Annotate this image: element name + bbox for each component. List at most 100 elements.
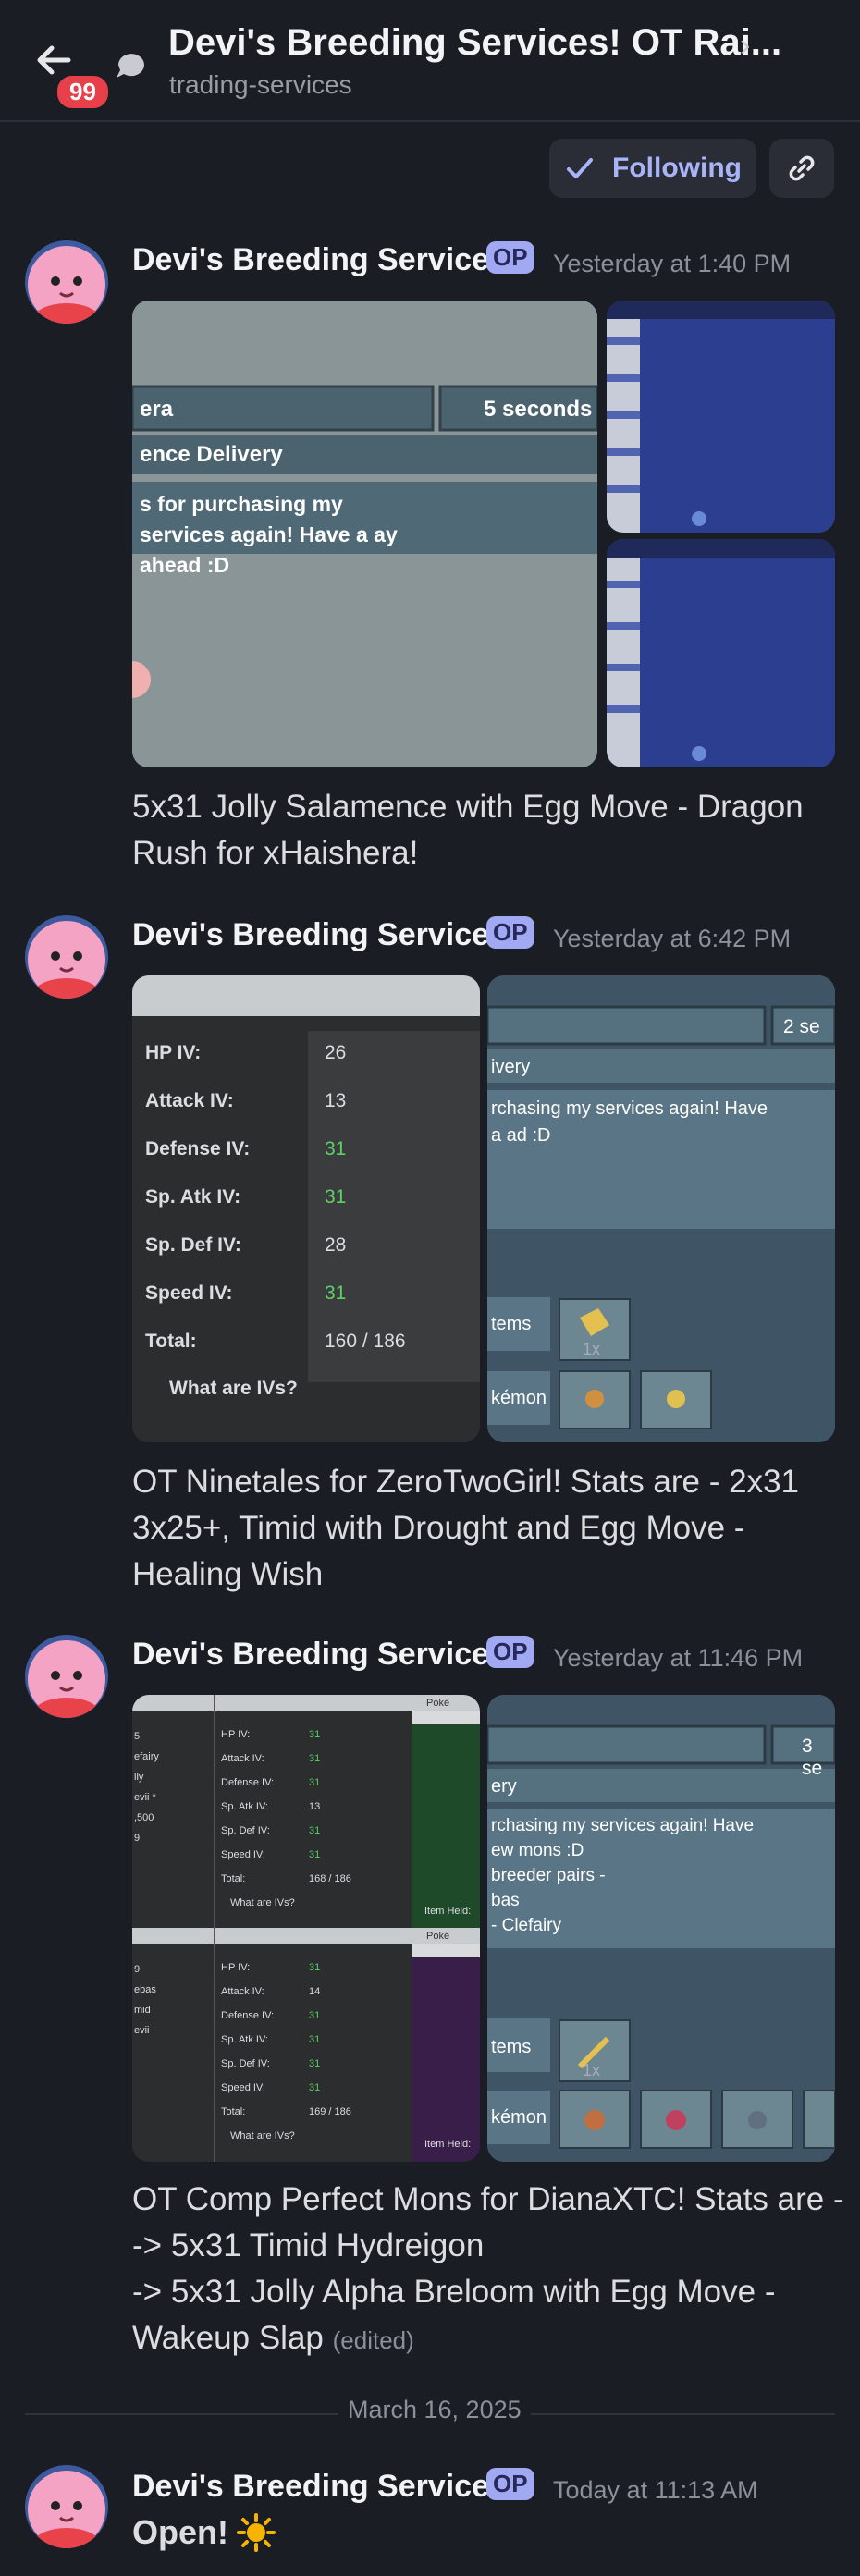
field-label: 5 seconds a xyxy=(484,397,597,422)
iv-label: Total: xyxy=(221,2106,246,2117)
iv-value: 169 / 186 xyxy=(309,2106,351,2117)
author-name[interactable]: Devi's Breeding Services xyxy=(132,2469,507,2505)
attachment-image[interactable]: 5 efairy lly evii * ,500 9 HP IV: 31 Atta… xyxy=(132,1695,480,2162)
following-button[interactable]: Following xyxy=(549,139,756,198)
avatar[interactable] xyxy=(25,2465,108,2548)
check-icon xyxy=(567,158,593,178)
iv-value: 168 / 186 xyxy=(309,1873,351,1884)
what-are-ivs-link: What are IVs? xyxy=(169,1378,298,1399)
pokemon-name: Shroomi xyxy=(421,1715,459,1726)
pokemon-info: 9 ebas mid evii xyxy=(134,1959,208,2041)
iv-value: 31 xyxy=(309,1753,321,1764)
text-line: -> 5x31 Timid Hydreigon xyxy=(132,2227,485,2263)
author-name[interactable]: Devi's Breeding Services xyxy=(132,917,507,953)
timestamp: Today at 11:13 AM xyxy=(553,2476,758,2504)
iv-label: Sp. Atk IV: xyxy=(145,1186,241,1208)
info-value: 5 xyxy=(134,1731,141,1742)
iv-value: 31 xyxy=(325,1138,347,1159)
unread-badge: 99 xyxy=(54,72,112,112)
section-label: ery xyxy=(491,1776,517,1797)
iv-label: Total: xyxy=(145,1331,197,1352)
iv-value: 31 xyxy=(309,1849,321,1860)
note-line: ew mons :D xyxy=(491,1841,584,1860)
iv-label: HP IV: xyxy=(221,1729,251,1740)
attachment-image[interactable]: HP IV: 26 Attack IV: 13 Defense IV: 31 S… xyxy=(132,975,480,1442)
iv-list: HP IV: 26 Attack IV: 13 Defense IV: 31 S… xyxy=(145,1035,469,1371)
delivery-note: rchasing my services again! Have a ad :D xyxy=(491,1098,768,1146)
what-are-ivs-link: What are IVs? xyxy=(230,1897,295,1908)
avatar[interactable] xyxy=(25,240,108,324)
field-label: 3 se xyxy=(802,1736,823,1779)
attachment-image[interactable] xyxy=(607,539,835,767)
timestamp: Yesterday at 1:40 PM xyxy=(553,250,792,277)
channel-name: trading-services xyxy=(169,70,352,99)
item-quantity: 1x xyxy=(583,2061,601,2079)
iv-label: Defense IV: xyxy=(221,2010,275,2021)
iv-label: Sp. Atk IV: xyxy=(221,2034,268,2045)
op-badge: OP xyxy=(486,1636,534,1668)
item-quantity: 1x xyxy=(583,1340,601,1358)
section-label: ivery xyxy=(491,1057,531,1077)
iv-value: 26 xyxy=(325,1042,347,1063)
info-value: 9 xyxy=(134,1833,141,1844)
avatar[interactable] xyxy=(25,915,108,999)
iv-value: 31 xyxy=(309,1729,321,1740)
avatar-image xyxy=(25,915,108,999)
note-line: - Clefairy xyxy=(491,1916,562,1935)
chevron-right-icon[interactable]: › xyxy=(740,28,750,64)
iv-row: Total: 160 / 186 xyxy=(145,1323,469,1371)
iv-list: HP IV: 31 Attack IV: 31 Defense IV: 31 Sp. … xyxy=(221,1723,406,1915)
screenshot-graphic xyxy=(607,301,835,533)
message-text: OT Comp Perfect Mons for DianaXTC! Stats… xyxy=(132,2177,844,2363)
timestamp: Yesterday at 11:46 PM xyxy=(553,1644,804,1672)
iv-value: 13 xyxy=(309,1801,321,1812)
poke-header: Poké xyxy=(426,1931,450,1942)
iv-value: 28 xyxy=(325,1234,347,1256)
timestamp: Yesterday at 6:42 PM xyxy=(553,925,792,952)
author-name[interactable]: Devi's Breeding Services xyxy=(132,1637,507,1673)
edited-label: (edited) xyxy=(332,2326,414,2354)
following-label: Following xyxy=(612,153,742,183)
iv-value: 31 xyxy=(309,2034,321,2045)
iv-label: HP IV: xyxy=(221,1962,251,1973)
iv-label: Sp. Def IV: xyxy=(221,1825,270,1836)
copy-link-button[interactable] xyxy=(769,139,834,198)
attachment-image[interactable]: 2 se ivery rchasing my services again! H… xyxy=(487,975,835,1442)
iv-value: 13 xyxy=(325,1090,347,1111)
iv-label: Sp. Def IV: xyxy=(221,2058,270,2069)
avatar[interactable] xyxy=(25,1635,108,1718)
iv-label: Attack IV: xyxy=(221,1986,264,1997)
iv-label: Total: xyxy=(221,1873,246,1884)
poke-header: Poké xyxy=(426,1698,450,1709)
thread-title[interactable]: Devi's Breeding Services! OT Rai... xyxy=(168,22,781,64)
info-value: mid xyxy=(134,2005,151,2016)
iv-row: Speed IV: 31 xyxy=(145,1275,469,1323)
info-value: evii * xyxy=(134,1792,156,1803)
message-text: 5x31 Jolly Salamence with Egg Move - Dra… xyxy=(132,789,804,871)
attachment-image[interactable] xyxy=(607,301,835,533)
sun-emoji-icon xyxy=(237,2513,276,2552)
iv-label: Speed IV: xyxy=(145,1282,233,1304)
iv-label: Attack IV: xyxy=(221,1753,264,1764)
iv-value: 31 xyxy=(309,1777,321,1788)
iv-label: Defense IV: xyxy=(145,1138,251,1159)
text-line: Wakeup Slap (edited) xyxy=(132,2315,844,2363)
iv-list: HP IV: 31 Attack IV: 14 Defense IV: 31 Sp. … xyxy=(221,1956,406,2148)
iv-row: Sp. Atk IV: 31 xyxy=(145,1179,469,1227)
screenshot-graphic xyxy=(487,975,835,1442)
iv-value: 31 xyxy=(309,2082,321,2093)
thread-icon xyxy=(117,54,144,78)
attachment-image[interactable]: 3 se ery rchasing my services again! Hav… xyxy=(487,1695,835,2162)
delivery-note: s for purchasing my services again! Have… xyxy=(140,492,398,577)
info-value: lly xyxy=(134,1772,144,1783)
section-label: ence Delivery xyxy=(140,442,283,467)
author-name[interactable]: Devi's Breeding Services xyxy=(132,242,507,278)
op-badge: OP xyxy=(486,916,534,949)
iv-value: 31 xyxy=(325,1282,347,1304)
iv-value: 31 xyxy=(325,1186,347,1208)
date-divider-label: March 16, 2025 xyxy=(338,2396,531,2424)
message-text: Open! xyxy=(132,2513,228,2551)
text-line-content: Wakeup Slap xyxy=(132,2320,324,2356)
message-text-row: Open! xyxy=(132,2512,276,2553)
attachment-image[interactable]: era 5 seconds a ence Delivery s for purc… xyxy=(132,301,597,767)
